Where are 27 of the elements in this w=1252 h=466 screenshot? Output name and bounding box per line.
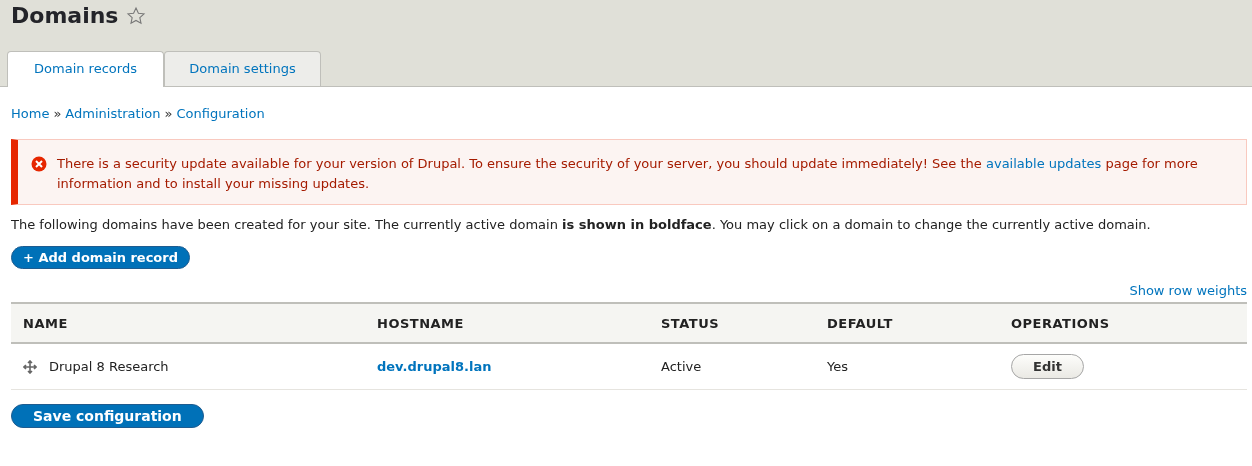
tab[interactable]: Domain records [7, 51, 164, 87]
drag-handle-icon[interactable] [23, 359, 37, 374]
edit-button[interactable]: Edit [1011, 354, 1084, 379]
table-cell-text: Active [660, 359, 703, 374]
show-row-weights-link[interactable]: Show row weights [1129, 283, 1247, 298]
column-header: HOSTNAME [376, 315, 465, 331]
table-cell-text: Yes [826, 359, 849, 374]
available-updates-link[interactable]: available updates [985, 156, 1102, 171]
intro-text: The following domains have been created for your site. The currently active domain is shown in boldface. You may click on a domain to change the currently active domain. [11, 217, 1152, 232]
tab[interactable]: Domain settings [164, 51, 321, 86]
save-configuration-button[interactable]: Save configuration [11, 404, 204, 428]
column-header: STATUS [660, 315, 721, 331]
error-icon [31, 156, 47, 172]
star-icon[interactable] [126, 5, 147, 26]
message-text: There is a security update available for your version of Drupal. To ensure the security of your server, you should update immediately! See the available updates page for more information and to install your missing updates. [57, 155, 1199, 193]
add-domain-button[interactable]: + Add domain record [11, 246, 190, 269]
column-header: NAME [22, 315, 69, 331]
hostname-link[interactable]: dev.drupal8.lan [377, 359, 492, 374]
page-title: Domains [11, 3, 119, 28]
breadcrumb-separator: » [164, 106, 173, 121]
column-header: DEFAULT [826, 315, 894, 331]
breadcrumb-link[interactable]: Home [11, 106, 50, 121]
breadcrumb-separator: » [53, 106, 62, 121]
table-cell: Drupal 8 Research [49, 359, 169, 374]
breadcrumb-link[interactable]: Configuration [176, 106, 265, 121]
column-header: OPERATIONS [1010, 315, 1111, 331]
breadcrumb-link[interactable]: Administration [65, 106, 161, 121]
